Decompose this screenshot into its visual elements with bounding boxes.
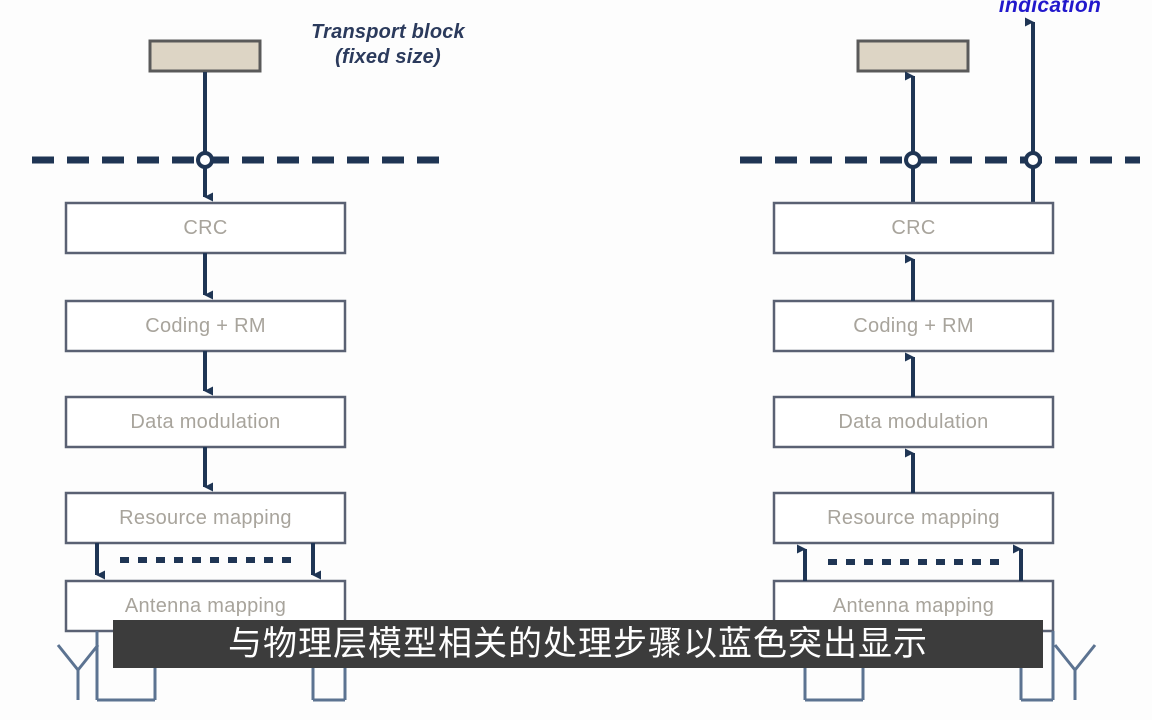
boundary-junction-rx-indication (1024, 151, 1042, 169)
boundary-junction-left (196, 151, 214, 169)
box-crc-tx (64, 201, 347, 255)
transport-block-shape-rx (856, 39, 970, 73)
transport-block-shape (148, 39, 262, 73)
box-data-modulation-tx (64, 395, 347, 449)
box-coding-rm-rx (772, 299, 1055, 353)
box-coding-rm-tx (64, 299, 347, 353)
antenna-symbol-tx-1 (56, 644, 100, 700)
transport-block-annotation: Transport block (fixed size) (311, 21, 465, 68)
boundary-junction-rx-data (904, 151, 922, 169)
subtitle-band: 与物理层模型相关的处理步骤以蓝色突出显示 (113, 620, 1043, 668)
box-crc-rx (772, 201, 1055, 255)
antenna-symbol-rx-2 (1053, 644, 1097, 700)
box-resource-mapping-tx (64, 491, 347, 545)
box-data-modulation-rx (772, 395, 1055, 449)
diagram-vector-layer (32, 17, 1140, 702)
receiver-chain (740, 17, 1140, 702)
indication-label: indication (998, 0, 1102, 17)
diagram-canvas: Transport block (fixed size) indication … (0, 0, 1152, 720)
box-resource-mapping-rx (772, 491, 1055, 545)
subtitle-text: 与物理层模型相关的处理步骤以蓝色突出显示 (228, 624, 928, 664)
